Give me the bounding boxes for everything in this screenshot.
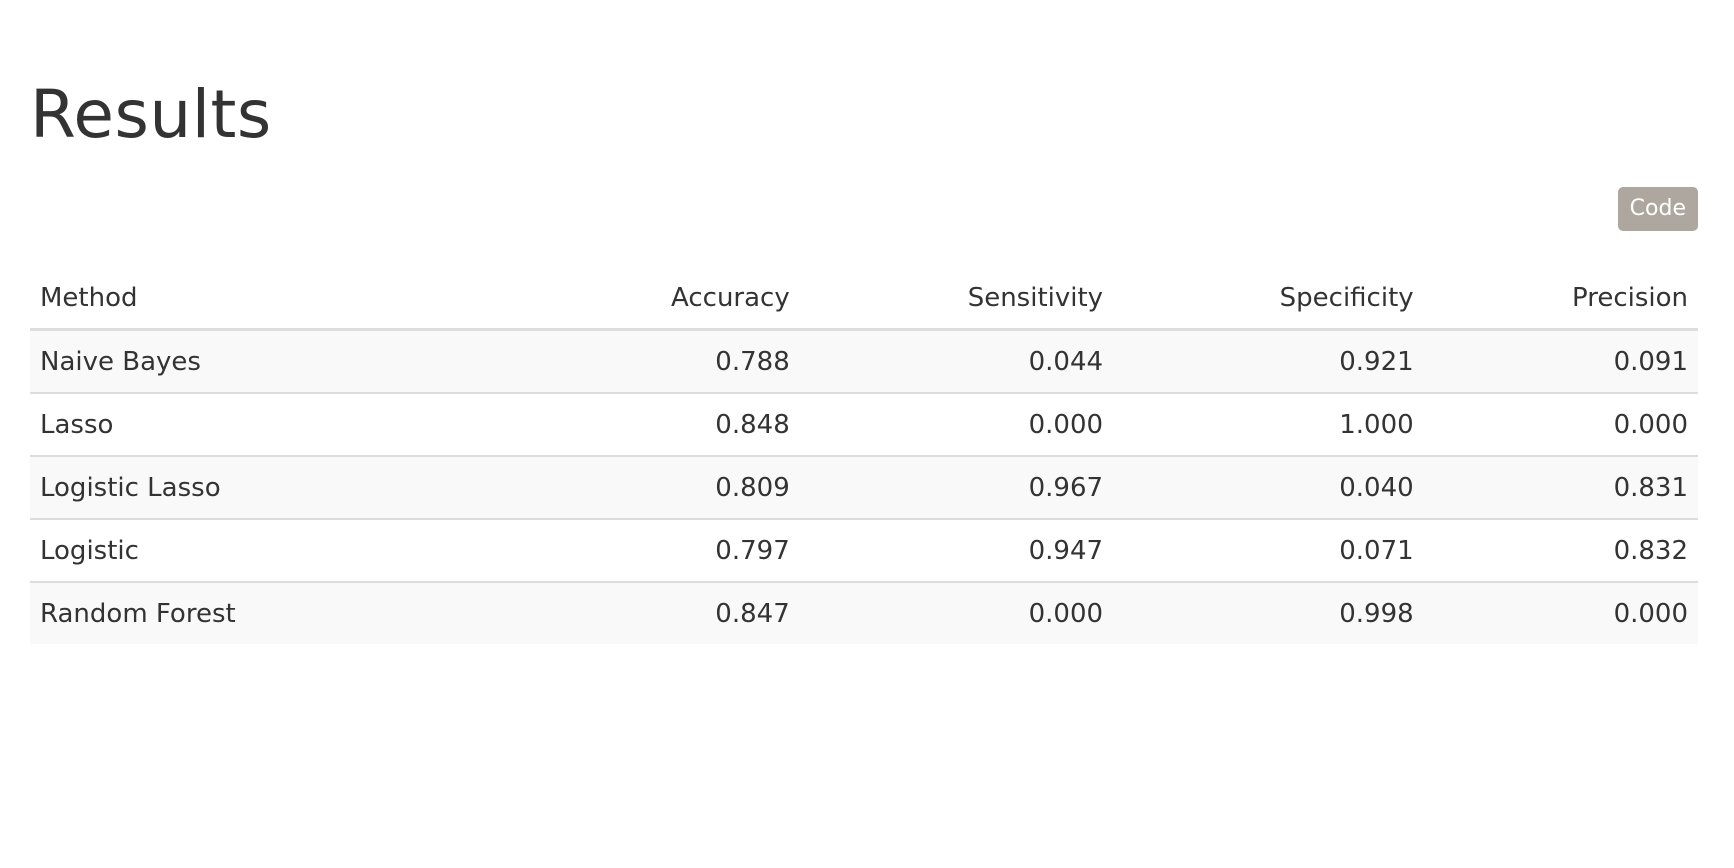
cell-precision: 0.000 (1423, 581, 1698, 644)
cell-accuracy: 0.788 (715, 346, 790, 377)
cell-accuracy: 0.847 (520, 581, 800, 644)
cell-precision: 0.831 (1423, 455, 1698, 519)
table-row: Logistic 0.797 0.947 0.071 0.832 (30, 518, 1698, 582)
table-header-row: Method Accuracy Sensitivity Specificity … (30, 268, 1698, 331)
table-row: Lasso 0.848 0.000 1.000 0.000 (30, 392, 1698, 456)
table-row: Random Forest 0.847 0.000 0.998 0.000 (30, 581, 1698, 644)
table-row: Naive Bayes 0.788 0.044 0.921 0.091 (30, 329, 1698, 393)
results-table: Method Accuracy Sensitivity Specificity … (30, 268, 1698, 644)
page-title: Results (30, 76, 272, 153)
cell-precision: 0.091 (1613, 346, 1688, 377)
cell-sensitivity: 0.000 (799, 581, 1114, 644)
cell-method: Lasso (30, 392, 520, 456)
cell-precision: 0.832 (1423, 518, 1698, 582)
header-accuracy: Accuracy (520, 268, 800, 331)
cell-accuracy: 0.809 (520, 455, 800, 519)
cell-method: Logistic Lasso (30, 455, 520, 519)
cell-method: Logistic (30, 518, 520, 582)
header-sensitivity: Sensitivity (799, 268, 1114, 331)
cell-sensitivity: 0.947 (799, 518, 1114, 582)
cell-sensitivity: 0.000 (799, 392, 1114, 456)
table-row: Logistic Lasso 0.809 0.967 0.040 0.831 (30, 455, 1698, 519)
cell-method: Random Forest (30, 581, 520, 644)
cell-sensitivity: 0.044 (1028, 346, 1104, 377)
cell-specificity: 0.921 (1339, 346, 1414, 377)
cell-accuracy: 0.797 (520, 518, 800, 582)
cell-accuracy: 0.848 (520, 392, 800, 456)
cell-specificity: 0.998 (1113, 581, 1424, 644)
header-specificity: Specificity (1113, 268, 1424, 331)
header-precision: Precision (1423, 268, 1698, 331)
cell-specificity: 0.040 (1113, 455, 1424, 519)
cell-specificity: 0.071 (1113, 518, 1424, 582)
code-toggle-button[interactable]: Code (1617, 187, 1698, 231)
cell-sensitivity: 0.967 (799, 455, 1114, 519)
cell-specificity: 1.000 (1113, 392, 1424, 456)
cell-method: Naive Bayes (40, 346, 201, 377)
cell-precision: 0.000 (1423, 392, 1698, 456)
header-method: Method (30, 268, 520, 331)
